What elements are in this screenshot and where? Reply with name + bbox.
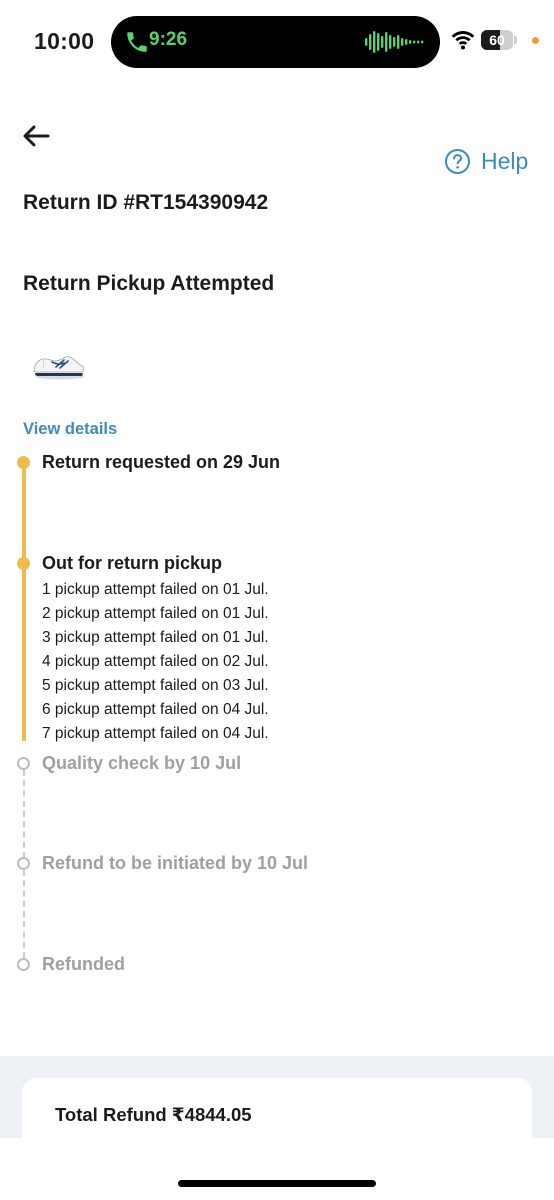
timeline-connector-pending [23,870,25,958]
timeline-step-out-for-pickup: Out for return pickup [42,553,222,573]
timeline-step-refund-initiated: Refund to be initiated by 10 Jul [42,853,309,873]
home-indicator[interactable] [178,1180,376,1187]
pickup-attempt-item: 5 pickup attempt failed on 03 Jul. [42,677,269,694]
pickup-attempt-item: 7 pickup attempt failed on 04 Jul. [42,725,269,742]
timeline-connector-done [22,563,26,741]
refund-summary-section: Total Refund ₹4844.05 [0,1056,554,1138]
pickup-attempt-item: 6 pickup attempt failed on 04 Jul. [42,701,269,718]
timeline-step-return-requested: Return requested on 29 Jun [42,452,281,472]
timeline-connector-pending [23,770,25,858]
total-refund-label: Total Refund ₹4844.05 [55,1104,252,1125]
timeline-dot-pending [17,958,30,971]
timeline-step-refunded: Refunded [42,954,125,974]
return-timeline: Return requested on 29 Jun Out for retur… [0,0,554,1000]
pickup-attempt-item: 3 pickup attempt failed on 01 Jul. [42,629,269,646]
timeline-dot-done [17,557,30,570]
timeline-step-quality-check: Quality check by 10 Jul [42,753,242,773]
timeline-dot-done [17,456,30,469]
timeline-connector-done [22,461,26,563]
pickup-attempt-item: 1 pickup attempt failed on 01 Jul. [42,581,269,598]
refund-card[interactable]: Total Refund ₹4844.05 [22,1078,532,1138]
pickup-attempt-item: 4 pickup attempt failed on 02 Jul. [42,653,269,670]
timeline-dot-pending [17,757,30,770]
pickup-attempt-item: 2 pickup attempt failed on 01 Jul. [42,605,269,622]
timeline-dot-pending [17,857,30,870]
pickup-attempts-list: 1 pickup attempt failed on 01 Jul. 2 pic… [42,578,269,746]
